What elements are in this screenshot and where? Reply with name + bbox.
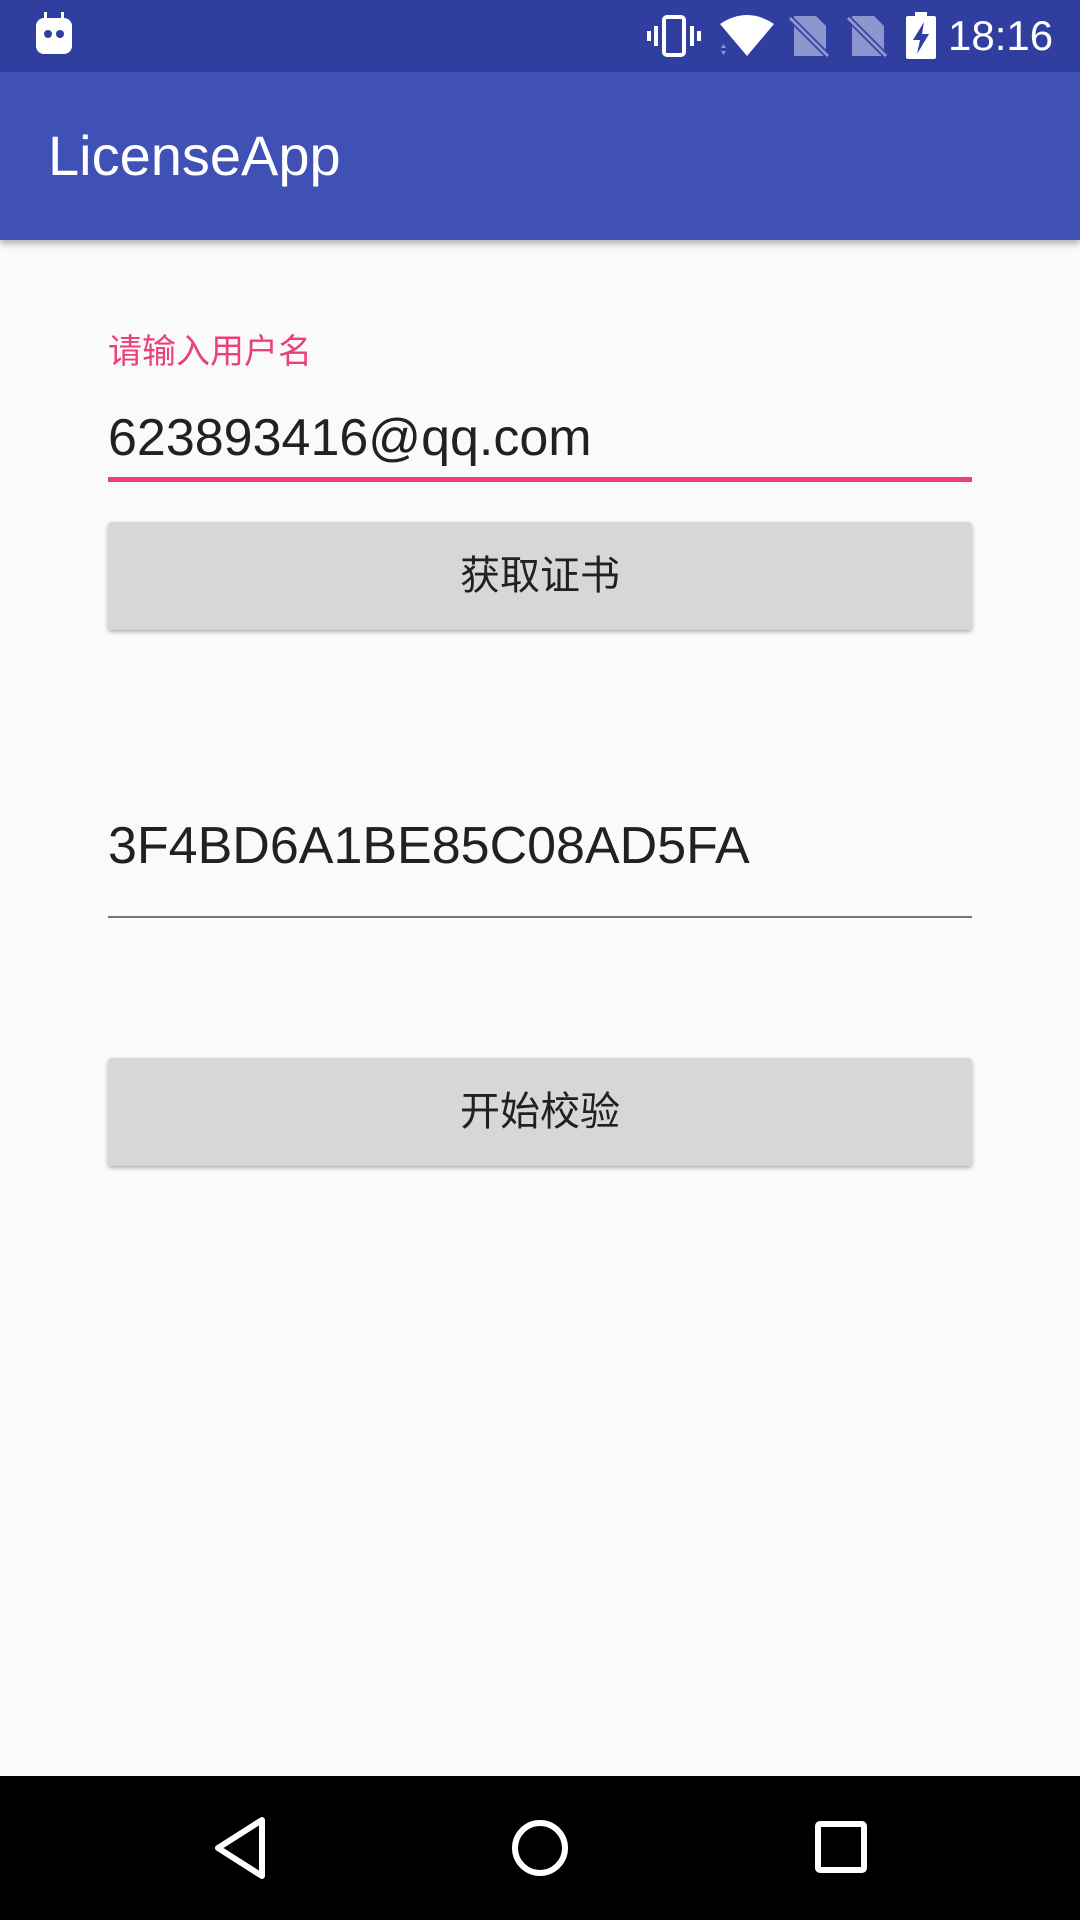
license-input[interactable]: 3F4BD6A1BE85C08AD5FA (108, 814, 972, 878)
username-input[interactable]: 623893416@qq.com (108, 406, 972, 470)
username-label: 请输入用户名 (108, 332, 312, 372)
no-sim-icon (845, 15, 889, 58)
home-icon[interactable] (504, 1812, 576, 1884)
android-icon (36, 12, 72, 54)
status-bar: 18:16 (0, 0, 1080, 72)
back-icon[interactable] (210, 1812, 270, 1884)
app-bar: LicenseApp (0, 72, 1080, 240)
navigation-bar (0, 1776, 1080, 1920)
get-license-button[interactable]: 获取证书 (108, 522, 972, 630)
start-verify-button[interactable]: 开始校验 (108, 1058, 972, 1166)
license-underline (108, 916, 972, 918)
battery-charging-icon (906, 12, 936, 59)
username-underline (108, 477, 972, 482)
recents-icon[interactable] (810, 1816, 874, 1880)
no-sim-icon (787, 15, 831, 58)
app-title: LicenseApp (48, 124, 341, 187)
vibrate-icon (647, 15, 701, 57)
wifi-icon (720, 15, 774, 56)
status-time: 18:16 (948, 12, 1054, 59)
